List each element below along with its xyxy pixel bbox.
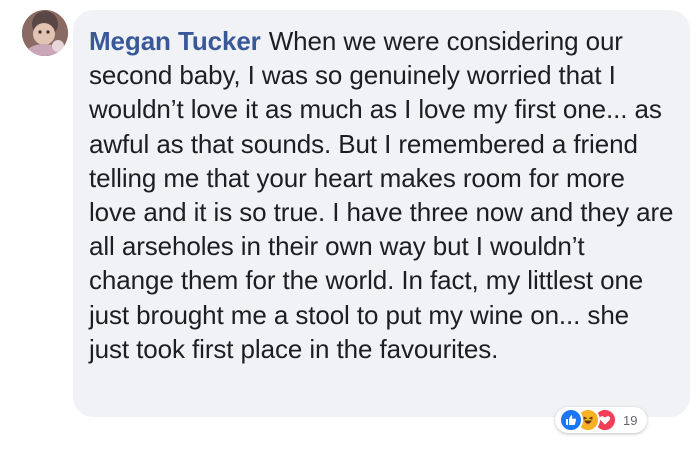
- comment-text: Megan Tucker When we were considering our…: [89, 24, 676, 366]
- comment-author-link[interactable]: Megan Tucker: [89, 26, 261, 56]
- avatar[interactable]: [22, 10, 68, 56]
- avatar-photo-icon: [22, 10, 68, 56]
- comment-bubble: Megan Tucker When we were considering our…: [73, 10, 690, 417]
- like-icon: [559, 408, 583, 432]
- reactions-summary[interactable]: 19: [555, 407, 648, 433]
- reaction-count: 19: [623, 412, 638, 428]
- comment-body: When we were considering our second baby…: [89, 26, 674, 364]
